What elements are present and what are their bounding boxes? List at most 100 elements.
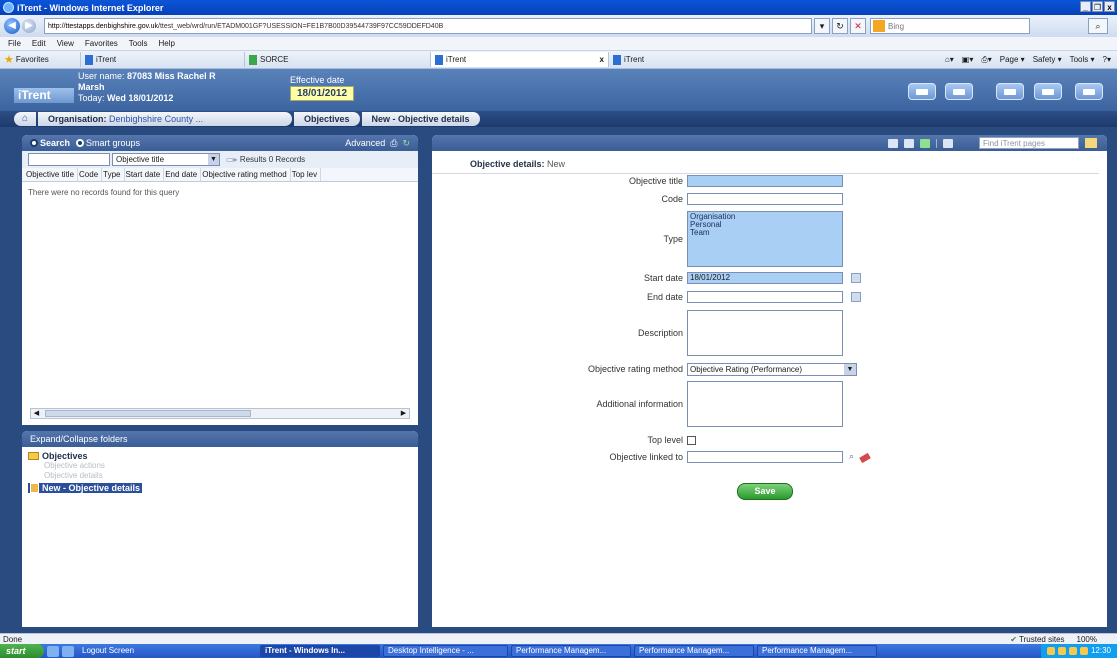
- search-input[interactable]: [28, 153, 110, 166]
- ie-quicklaunch-icon[interactable]: [62, 645, 74, 657]
- search-input[interactable]: Bing: [870, 18, 1030, 34]
- folders-panel-header[interactable]: Expand/Collapse folders: [22, 431, 418, 447]
- effective-date-value[interactable]: 18/01/2012: [290, 86, 355, 101]
- page-menu[interactable]: Page ▾: [1000, 55, 1025, 65]
- tray-icon[interactable]: [1057, 647, 1066, 655]
- tab-sorce[interactable]: SORCE: [244, 52, 430, 67]
- forward-icon[interactable]: ▶: [22, 19, 36, 33]
- results-button[interactable]: ▭▸ Results 0 Records: [226, 155, 305, 164]
- header-logout-button[interactable]: [1075, 83, 1103, 100]
- favorites-button[interactable]: ★ Favorites: [0, 53, 80, 66]
- back-icon[interactable]: ◀: [4, 18, 20, 34]
- tray-icon[interactable]: [1079, 647, 1088, 655]
- find-pages-input[interactable]: Find iTrent pages: [979, 137, 1079, 149]
- close-button[interactable]: x: [1104, 1, 1115, 12]
- description-textarea[interactable]: [687, 310, 843, 356]
- calendar-icon[interactable]: [851, 273, 861, 283]
- task-performance-2[interactable]: Performance Managem...: [634, 645, 754, 657]
- horizontal-scrollbar[interactable]: ◀ ▶: [30, 408, 410, 419]
- menu-view[interactable]: View: [57, 39, 74, 48]
- print-icon[interactable]: ⎙▾: [981, 55, 991, 65]
- tree-root-objectives[interactable]: Objectives: [28, 451, 412, 461]
- header-print-button[interactable]: [1034, 83, 1062, 100]
- minimize-button[interactable]: _: [1080, 1, 1091, 12]
- task-desktop-intelligence[interactable]: Desktop Intelligence - ...: [383, 645, 508, 657]
- scroll-right-icon[interactable]: ▶: [398, 409, 409, 418]
- tray-icon[interactable]: [1046, 647, 1055, 655]
- search-go-icon[interactable]: ⌕: [1088, 18, 1108, 34]
- col-objective-title[interactable]: Objective title: [26, 168, 79, 181]
- col-top-level[interactable]: Top lev: [292, 168, 322, 181]
- security-zone[interactable]: Trusted sites: [1010, 635, 1065, 644]
- tab-itrent-1[interactable]: iTrent: [80, 52, 244, 67]
- task-itrent[interactable]: iTrent - Windows In...: [260, 645, 380, 657]
- type-option-personal[interactable]: Personal: [690, 221, 840, 229]
- search-field-select[interactable]: Objective title ▼: [112, 153, 220, 166]
- menu-edit[interactable]: Edit: [32, 39, 46, 48]
- end-date-input[interactable]: [687, 291, 843, 303]
- refresh-icon[interactable]: [920, 138, 930, 148]
- menu-tools[interactable]: Tools: [129, 39, 148, 48]
- header-help-button[interactable]: [996, 83, 1024, 100]
- tab-itrent-active[interactable]: iTrent x: [430, 52, 608, 67]
- smart-groups-radio[interactable]: [76, 139, 85, 147]
- menu-help[interactable]: Help: [158, 39, 174, 48]
- type-option-team[interactable]: Team: [690, 229, 840, 237]
- task-performance-3[interactable]: Performance Managem...: [757, 645, 877, 657]
- refresh-icon[interactable]: ↻: [402, 138, 410, 149]
- tree-item-objective-details[interactable]: Objective details: [28, 471, 412, 481]
- grid-icon[interactable]: [888, 138, 898, 148]
- tools-menu[interactable]: Tools ▾: [1070, 55, 1095, 65]
- print-icon[interactable]: [904, 138, 914, 148]
- start-date-input[interactable]: 18/01/2012: [687, 272, 843, 284]
- breadcrumb-new-objective[interactable]: New - Objective details: [361, 112, 480, 126]
- code-input[interactable]: [687, 193, 843, 205]
- scroll-left-icon[interactable]: ◀: [31, 409, 42, 418]
- home-icon[interactable]: [943, 138, 953, 148]
- linked-to-input[interactable]: [687, 451, 843, 463]
- task-logout-screen[interactable]: Logout Screen: [77, 645, 257, 657]
- header-restore-button[interactable]: [945, 83, 973, 100]
- col-start-date[interactable]: Start date: [126, 168, 165, 181]
- type-listbox[interactable]: Organisation Personal Team: [687, 211, 843, 267]
- objective-title-input[interactable]: [687, 175, 843, 187]
- col-end-date[interactable]: End date: [165, 168, 202, 181]
- home-icon[interactable]: ⌂▾: [945, 55, 954, 65]
- menu-favorites[interactable]: Favorites: [85, 39, 118, 48]
- refresh-icon[interactable]: ↻: [832, 18, 848, 34]
- header-minimize-button[interactable]: [908, 83, 936, 100]
- breadcrumb-organisation[interactable]: Organisation: Denbighshire County ...: [38, 112, 292, 126]
- find-go-icon[interactable]: [1085, 138, 1097, 148]
- eraser-icon[interactable]: [859, 452, 871, 464]
- additional-info-textarea[interactable]: [687, 381, 843, 427]
- advanced-link[interactable]: Advanced: [345, 138, 385, 148]
- breadcrumb-home-icon[interactable]: ⌂: [14, 112, 36, 126]
- search-radio[interactable]: [30, 139, 38, 147]
- clock[interactable]: 12:30: [1091, 644, 1111, 658]
- maximize-button[interactable]: ❐: [1092, 1, 1103, 12]
- col-code[interactable]: Code: [79, 168, 103, 181]
- tab-close-icon[interactable]: x: [600, 55, 604, 64]
- stop-icon[interactable]: ✕: [850, 18, 866, 34]
- url-input[interactable]: http://ttestapps.denbighshire.gov.uk/tte…: [44, 18, 812, 34]
- safety-menu[interactable]: Safety ▾: [1033, 55, 1062, 65]
- url-dropdown-icon[interactable]: ▾: [814, 18, 830, 34]
- save-button[interactable]: Save: [737, 483, 793, 500]
- feeds-icon[interactable]: ▣▾: [962, 55, 974, 65]
- tree-item-new-objective-details[interactable]: New - Objective details: [28, 483, 143, 493]
- menu-file[interactable]: File: [8, 39, 21, 48]
- col-type[interactable]: Type: [103, 168, 125, 181]
- calendar-icon[interactable]: [851, 292, 861, 302]
- tree-item-objective-actions[interactable]: Objective actions: [28, 461, 412, 471]
- scroll-thumb[interactable]: [45, 410, 251, 417]
- top-level-checkbox[interactable]: [687, 436, 696, 445]
- breadcrumb-org-value[interactable]: Denbighshire County ...: [109, 114, 203, 124]
- breadcrumb-objectives[interactable]: Objectives: [294, 112, 360, 126]
- rating-method-select[interactable]: Objective Rating (Performance) ▼: [687, 363, 857, 376]
- col-rating-method[interactable]: Objective rating method: [202, 168, 291, 181]
- start-button[interactable]: start: [0, 644, 44, 658]
- zoom-level[interactable]: 100%: [1077, 635, 1097, 644]
- print-icon[interactable]: ⎙: [390, 138, 397, 149]
- help-icon[interactable]: ?▾: [1103, 55, 1111, 65]
- tab-itrent-4[interactable]: iTrent: [608, 52, 820, 67]
